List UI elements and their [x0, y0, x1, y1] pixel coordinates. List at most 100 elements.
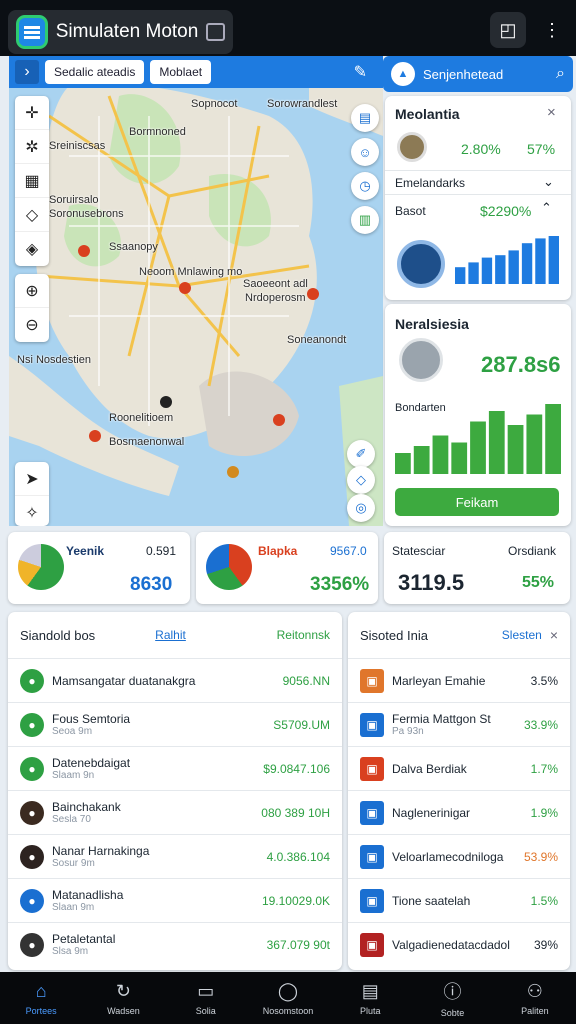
table-row[interactable]: ● Bainchakank Sesla 70 080 389 10H [8, 790, 342, 834]
person-icon[interactable]: ☺ [351, 138, 379, 166]
nav-item-7[interactable]: ⚇ Paliten [494, 972, 576, 1024]
nav-label: Nosomstoon [262, 1005, 314, 1016]
row-sub: Slsa 9m [52, 946, 89, 957]
zoom-out-icon[interactable]: ⊖ [15, 308, 49, 342]
app-logo-icon [16, 15, 48, 49]
pan-tool-icon[interactable]: ✛ [15, 96, 49, 130]
table-row[interactable]: ● Datenebdaigat Slaam 9n $9.0847.106 [8, 746, 342, 790]
chart-icon[interactable]: ▥ [351, 206, 379, 234]
chevron-up-icon[interactable]: ⌃ [541, 200, 552, 216]
chart-bar [413, 446, 430, 474]
layers-icon[interactable]: ▤ [351, 104, 379, 132]
nav-item-2[interactable]: ↻ Wadsen [82, 972, 164, 1024]
map-label: Sreiniscsas [49, 140, 106, 152]
list-item[interactable]: ▣ Naglenerinigar 1.9% [348, 790, 570, 834]
card-title: Neralsiesia [395, 316, 469, 332]
zoom-in-icon[interactable]: ⊕ [15, 274, 49, 308]
action-button[interactable]: Feikam [395, 488, 559, 516]
nav-item-5[interactable]: ▤ Pluta [329, 972, 411, 1024]
pin-icon[interactable]: ◎ [347, 494, 375, 522]
stat-card-1[interactable]: Yeenik 0.591 8630 [8, 532, 190, 604]
nav-item-4[interactable]: ◯ Nosomstoon [247, 972, 329, 1024]
close-icon[interactable]: × [547, 104, 556, 121]
nav-label: Solia [195, 1005, 216, 1016]
search-icon[interactable]: ⌕ [556, 65, 565, 83]
navigate-icon[interactable]: ➤ [15, 462, 49, 496]
row-sub: Slaan 9m [52, 902, 95, 913]
map-filter-chip-2[interactable]: Moblaet [150, 60, 212, 84]
diamond-icon[interactable]: ◇ [347, 466, 375, 494]
tab-active[interactable]: Ralhit [155, 628, 186, 642]
history-icon[interactable]: ◷ [351, 172, 379, 200]
row-value: $2290% [480, 203, 532, 219]
dome-thumbnail [399, 338, 443, 382]
gear-icon[interactable]: ✲ [15, 130, 49, 164]
table-row[interactable]: ● Mamsangatar duatanakgra 9056.NN [8, 658, 342, 702]
edit-icon[interactable]: ✎ [354, 62, 377, 82]
table-row[interactable]: ● Fous Semtoria Seoa 9m S5709.UM [8, 702, 342, 746]
row-value: 1.7% [530, 761, 558, 776]
list-item[interactable]: ▣ Veloarlamecodniloga 53.9% [348, 834, 570, 878]
map-label: Sopnocot [191, 98, 238, 110]
ruler-icon[interactable]: ✐ [347, 440, 375, 468]
row-icon: ▣ [360, 932, 384, 957]
list-item[interactable]: ▣ Marleyan Emahie 3.5% [348, 658, 570, 702]
row-name: Matanadlisha [52, 888, 124, 902]
table-row[interactable]: ● Petaletantal Slsa 9m 367.079 90t [8, 922, 342, 966]
stat-top: 9567.0 [330, 544, 367, 558]
stat-card-3[interactable]: Statesciar Orsdiank 3119.5 55% [384, 532, 570, 604]
row-name: Mamsangatar duatanakgra [52, 673, 196, 688]
layer-icon[interactable]: ◇ [15, 198, 49, 232]
map-filter-chip-1[interactable]: Sedalic ateadis [45, 60, 145, 84]
chart-bar [481, 257, 493, 284]
row-icon: ● [20, 756, 44, 781]
row-sub: Slaam 9n [52, 770, 95, 781]
bar-chart-2 [395, 404, 561, 474]
chart-bar [508, 250, 519, 284]
map-toolbar: › Sedalic ateadis Moblaet ✎ [9, 56, 383, 88]
chat-icon[interactable]: ◰ [490, 12, 526, 48]
nav-item-home[interactable]: ⌂ Portees [0, 972, 82, 1024]
row-icon: ● [20, 668, 44, 693]
locate-icon[interactable]: ◈ [15, 232, 49, 266]
row-value: 4.0.386.104 [266, 849, 330, 864]
donut-chart-icon [206, 544, 252, 590]
map-label: Ssaanopy [109, 241, 158, 253]
table-row[interactable]: ● Nanar Harnakinga Sosur 9m 4.0.386.104 [8, 834, 342, 878]
list-link[interactable]: Slesten [502, 628, 542, 642]
row-name: Valgadienedatacdadol [392, 937, 510, 952]
row-name: Marleyan Emahie [392, 673, 486, 688]
chart-bar [470, 421, 486, 474]
tab-secondary[interactable]: Reitonnsk [277, 628, 330, 642]
nav-item-6[interactable]: ⓘ Sobte [411, 972, 493, 1024]
building-thumbnail [397, 240, 445, 288]
chevron-down-icon[interactable]: ⌄ [543, 174, 554, 190]
chart-bar [548, 236, 559, 284]
window-icon[interactable] [206, 23, 225, 41]
list-item[interactable]: ▣ Tione saatelah 1.5% [348, 878, 570, 922]
stat-card-2[interactable]: Blapka 9567.0 3356% [196, 532, 378, 604]
nav-label: Sobte [440, 1008, 465, 1018]
nav-item-3[interactable]: ▭ Solia [165, 972, 247, 1024]
map-view[interactable]: › Sedalic ateadis Moblaet ✎ Sopnocot Bor… [9, 56, 383, 526]
list-item[interactable]: ▣ Fermia Mattgon St Pa 93n 33.9% [348, 702, 570, 746]
list-item[interactable]: ▣ Dalva Berdiak 1.7% [348, 746, 570, 790]
table-row[interactable]: ● Matanadlisha Slaan 9m 19.10029.0K [8, 878, 342, 922]
calendar-icon[interactable]: ▦ [15, 164, 49, 198]
compass-icon[interactable]: ✧ [15, 496, 49, 526]
nav-label: Wadsen [107, 1005, 140, 1016]
nav-label: Pluta [360, 1005, 381, 1016]
nav-label: Portees [25, 1005, 57, 1016]
card-title: Meolantia [395, 106, 460, 122]
close-icon[interactable]: × [550, 627, 558, 643]
more-menu-icon[interactable]: ⋮ [534, 12, 570, 48]
row-name: Naglenerinigar [392, 805, 471, 820]
app-title-bar[interactable]: Simulaten Moton [8, 10, 233, 54]
circle-icon: ◯ [277, 980, 299, 1001]
list-item[interactable]: ▣ Valgadienedatacdadol 39% [348, 922, 570, 966]
metric-value: 2.80% [461, 141, 501, 157]
expand-chevron-icon[interactable]: › [15, 60, 39, 84]
list-title: Sisoted Inia [360, 627, 428, 643]
top-bar: Simulaten Moton ◰ ⋮ [0, 0, 576, 56]
row-name: Fous Semtoria [52, 712, 131, 726]
